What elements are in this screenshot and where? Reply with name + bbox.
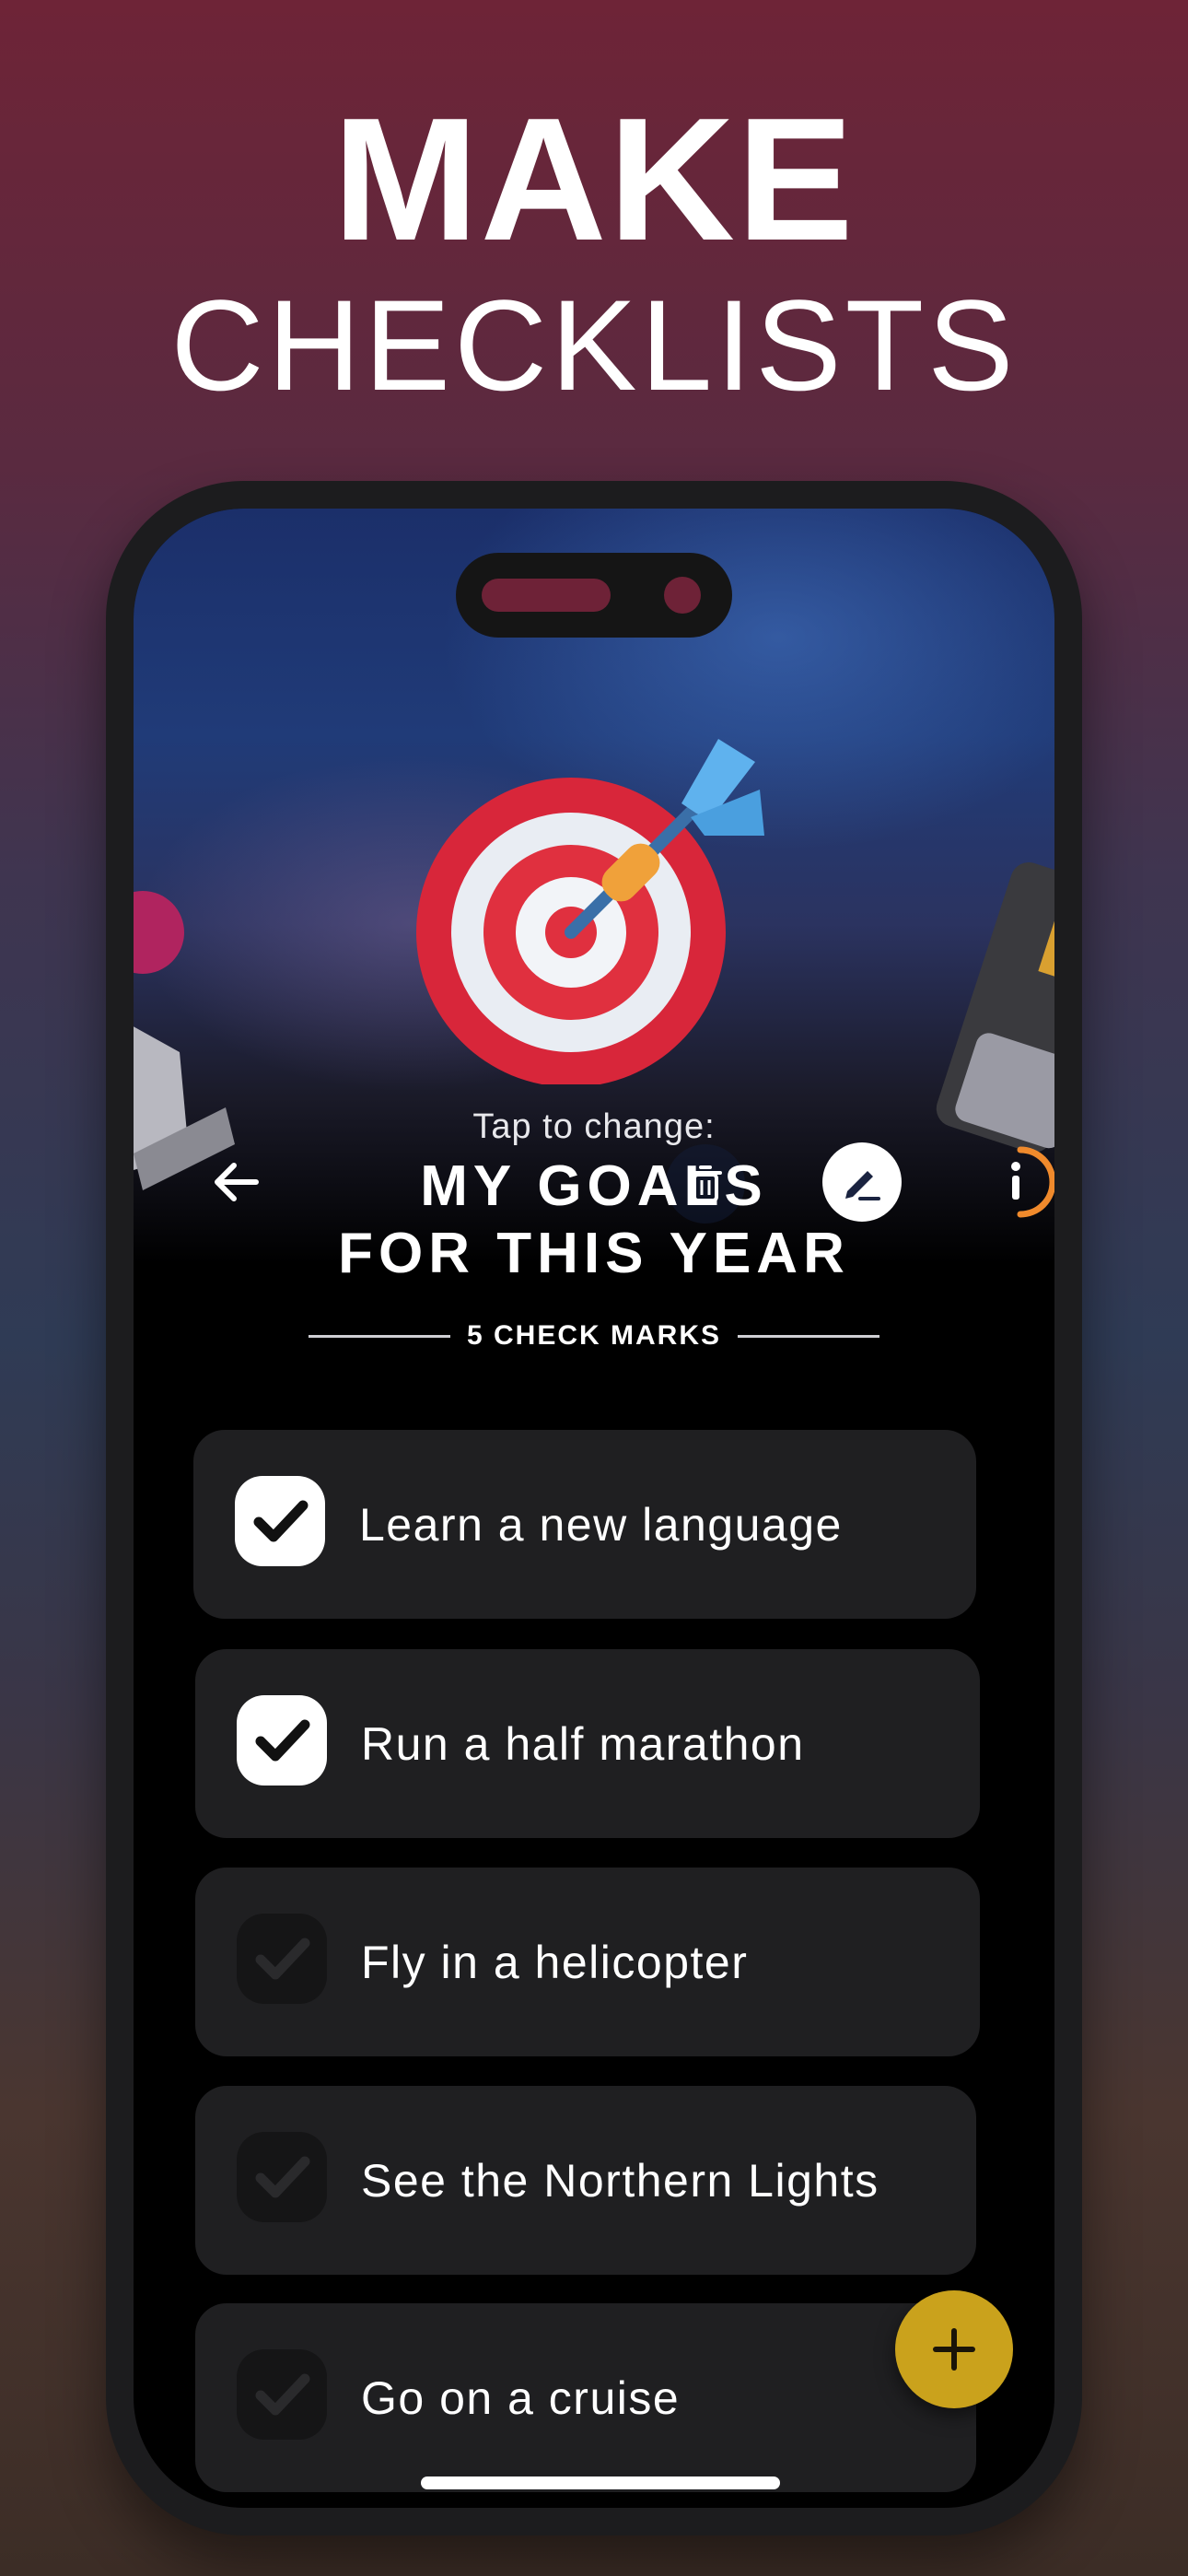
checklist-item[interactable]: Run a half marathon	[195, 1649, 980, 1838]
checkmark-icon	[255, 2156, 310, 2198]
checkmark-icon	[255, 1938, 310, 1980]
checklist-title-line-1[interactable]: MY GOALS	[134, 1153, 1054, 1219]
add-item-button[interactable]	[895, 2290, 1013, 2408]
plus-icon	[933, 2328, 975, 2371]
phone-frame: Tap to change: MY GOALS FOR THIS YEAR 5 …	[106, 481, 1082, 2535]
island-camera-dot	[664, 577, 701, 614]
checklist-item-label: Learn a new language	[359, 1498, 843, 1551]
checklist-item[interactable]: Fly in a helicopter	[195, 1868, 980, 2056]
dart-target-icon[interactable]	[414, 734, 764, 1087]
checklist-item[interactable]: See the Northern Lights	[195, 2086, 976, 2275]
checklist-item-label: Fly in a helicopter	[361, 1936, 749, 1988]
checkbox-unchecked[interactable]	[237, 2349, 327, 2440]
checkmark-icon	[255, 1719, 310, 1762]
checklist-item-label: See the Northern Lights	[361, 2154, 879, 2207]
checkbox-checked[interactable]	[235, 1476, 325, 1566]
home-indicator[interactable]	[421, 2476, 780, 2489]
divider-right	[738, 1334, 879, 1338]
checkbox-unchecked[interactable]	[237, 2132, 327, 2222]
dynamic-island	[456, 553, 732, 638]
check-count-row: 5 CHECK MARKS	[309, 1317, 879, 1354]
checkmark-icon	[255, 2373, 310, 2416]
checklist-item-label: Go on a cruise	[361, 2371, 681, 2424]
island-indicator	[482, 579, 611, 612]
checklist-item[interactable]: Go on a cruise	[195, 2303, 976, 2492]
tap-to-change-label[interactable]: Tap to change:	[134, 1107, 1054, 1147]
checklist-item-label: Run a half marathon	[361, 1717, 805, 1770]
headline-make: MAKE	[332, 82, 856, 277]
headline-checklists: CHECKLISTS	[170, 273, 1018, 417]
checkmark-icon	[253, 1500, 309, 1542]
divider-left	[309, 1334, 450, 1338]
checklist-title-line-2[interactable]: FOR THIS YEAR	[134, 1221, 1054, 1286]
hero-header	[134, 509, 1054, 1264]
checkbox-unchecked[interactable]	[237, 1914, 327, 2004]
phone-screen: Tap to change: MY GOALS FOR THIS YEAR 5 …	[134, 509, 1054, 2508]
checklist-item[interactable]: Learn a new language	[193, 1430, 976, 1619]
checkbox-checked[interactable]	[237, 1695, 327, 1786]
check-count-label: 5 CHECK MARKS	[466, 1320, 722, 1351]
